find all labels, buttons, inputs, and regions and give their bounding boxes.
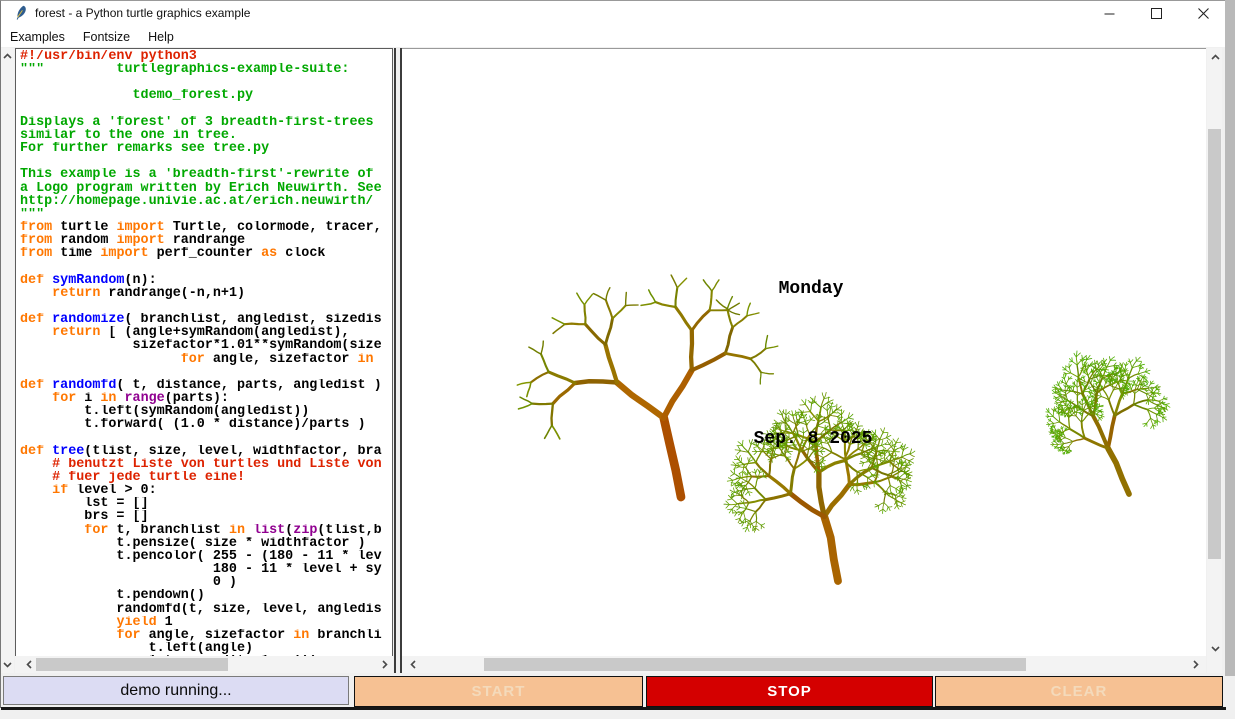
code-line: if level > 0: <box>20 484 392 497</box>
code-line: for i in range(parts): <box>20 392 392 405</box>
python-feather-icon <box>13 5 29 21</box>
code-line: a Logo program written by Erich Neuwirth… <box>20 182 392 195</box>
title-bar[interactable]: forest - a Python turtle graphics exampl… <box>1 1 1225 26</box>
window-title: forest - a Python turtle graphics exampl… <box>35 6 250 20</box>
code-line: t.left(angle) <box>20 642 392 655</box>
code-line: """ turtlegraphics-example-suite: <box>20 63 392 76</box>
code-line: def randomfd( t, distance, parts, angled… <box>20 379 392 392</box>
code-line <box>20 103 392 116</box>
code-line: http://homepage.univie.ac.at/erich.neuwi… <box>20 195 392 208</box>
code-vertical-scrollbar[interactable] <box>1 48 14 673</box>
menu-help[interactable]: Help <box>139 28 183 46</box>
scrollbar-thumb[interactable] <box>1208 129 1221 559</box>
desktop-background-strip <box>1225 0 1235 676</box>
control-bar: demo running... START STOP CLEAR <box>1 676 1226 710</box>
forest-drawing <box>402 49 1206 656</box>
scroll-down-icon[interactable] <box>1 658 14 671</box>
code-line: This example is a 'breadth-first'-rewrit… <box>20 168 392 181</box>
close-icon <box>1198 8 1209 19</box>
menu-fontsize[interactable]: Fontsize <box>74 28 139 46</box>
code-line: for t, branchlist in list(zip(tlist,b <box>20 524 392 537</box>
canvas-label-weekday: Monday <box>779 279 844 299</box>
maximize-icon <box>1151 8 1162 19</box>
code-line: brs = [] <box>20 510 392 523</box>
code-line: 180 - 11 * level + sy <box>20 563 392 576</box>
code-line: from random import randrange <box>20 234 392 247</box>
code-line: For further remarks see tree.py <box>20 142 392 155</box>
source-code-pane[interactable]: #!/usr/bin/env python3""" turtlegraphics… <box>15 48 393 656</box>
scrollbar-track[interactable] <box>1 48 14 673</box>
maximize-button[interactable] <box>1134 1 1179 26</box>
code-line: def randomize( branchlist, angledist, si… <box>20 313 392 326</box>
pane-sash[interactable] <box>394 48 402 673</box>
menu-bar: Examples Fontsize Help <box>1 26 1225 47</box>
code-line: # fuer jede turtle eine! <box>20 471 392 484</box>
code-line: t.forward( (1.0 * distance)/parts ) <box>20 418 392 431</box>
start-button[interactable]: START <box>354 676 643 707</box>
scroll-left-icon[interactable] <box>23 658 36 671</box>
scroll-down-icon[interactable] <box>1209 642 1222 655</box>
code-line: #!/usr/bin/env python3 <box>20 50 392 63</box>
scroll-right-icon[interactable] <box>1189 658 1202 671</box>
canvas-horizontal-scrollbar[interactable] <box>402 656 1206 673</box>
code-line: from time import perf_counter as clock <box>20 247 392 260</box>
status-label: demo running... <box>3 676 349 705</box>
code-line: return [ (angle+symRandom(angledist), <box>20 326 392 339</box>
code-line <box>20 366 392 379</box>
code-line: """ <box>20 208 392 221</box>
code-text: #!/usr/bin/env python3""" turtlegraphics… <box>16 49 392 656</box>
stop-button[interactable]: STOP <box>646 676 933 707</box>
code-line: Displays a 'forest' of 3 breadth-first-t… <box>20 116 392 129</box>
scroll-right-icon[interactable] <box>378 658 391 671</box>
scroll-left-icon[interactable] <box>407 658 420 671</box>
code-line: def tree(tlist, size, level, widthfactor… <box>20 445 392 458</box>
code-line: 0 ) <box>20 576 392 589</box>
code-line: def symRandom(n): <box>20 274 392 287</box>
scrollbar-thumb[interactable] <box>36 658 228 671</box>
code-line <box>20 300 392 313</box>
code-line: lst = [] <box>20 497 392 510</box>
code-line <box>20 76 392 89</box>
code-line: tdemo_forest.py <box>20 89 392 102</box>
menu-examples[interactable]: Examples <box>1 28 74 46</box>
minimize-icon <box>1104 8 1115 19</box>
clear-button[interactable]: CLEAR <box>935 676 1223 707</box>
code-line: yield 1 <box>20 616 392 629</box>
code-line: # benutzt Liste von turtles und Liste vo… <box>20 458 392 471</box>
turtledemo-window: forest - a Python turtle graphics exampl… <box>0 0 1225 708</box>
code-line: for angle, sizefactor in <box>20 353 392 366</box>
scrollbar-thumb[interactable] <box>484 658 1026 671</box>
code-line: t.pencolor( 255 - (180 - 11 * lev <box>20 550 392 563</box>
scroll-up-icon[interactable] <box>1 50 14 63</box>
scroll-up-icon[interactable] <box>1209 51 1222 64</box>
turtle-canvas: Monday Sep. 8 2025 <box>402 48 1206 656</box>
code-line <box>20 155 392 168</box>
canvas-label-date: Sep. 8 2025 <box>754 429 873 449</box>
code-line: sizefactor*1.01**symRandom(size <box>20 339 392 352</box>
minimize-button[interactable] <box>1087 1 1132 26</box>
main-content: #!/usr/bin/env python3""" turtlegraphics… <box>1 47 1226 673</box>
canvas-vertical-scrollbar[interactable] <box>1207 48 1222 673</box>
code-line: t.left(symRandom(angledist)) <box>20 405 392 418</box>
code-line <box>20 432 392 445</box>
code-horizontal-scrollbar[interactable] <box>15 656 393 673</box>
code-line: randomfd(t, size, level, angledis <box>20 603 392 616</box>
code-line: similar to the one in tree. <box>20 129 392 142</box>
code-line: from turtle import Turtle, colormode, tr… <box>20 221 392 234</box>
close-button[interactable] <box>1181 1 1226 26</box>
code-line: t.pendown() <box>20 589 392 602</box>
code-line: for angle, sizefactor in branchli <box>20 629 392 642</box>
code-line <box>20 261 392 274</box>
code-line: return randrange(-n,n+1) <box>20 287 392 300</box>
code-line: t.pensize( size * widthfactor ) <box>20 537 392 550</box>
